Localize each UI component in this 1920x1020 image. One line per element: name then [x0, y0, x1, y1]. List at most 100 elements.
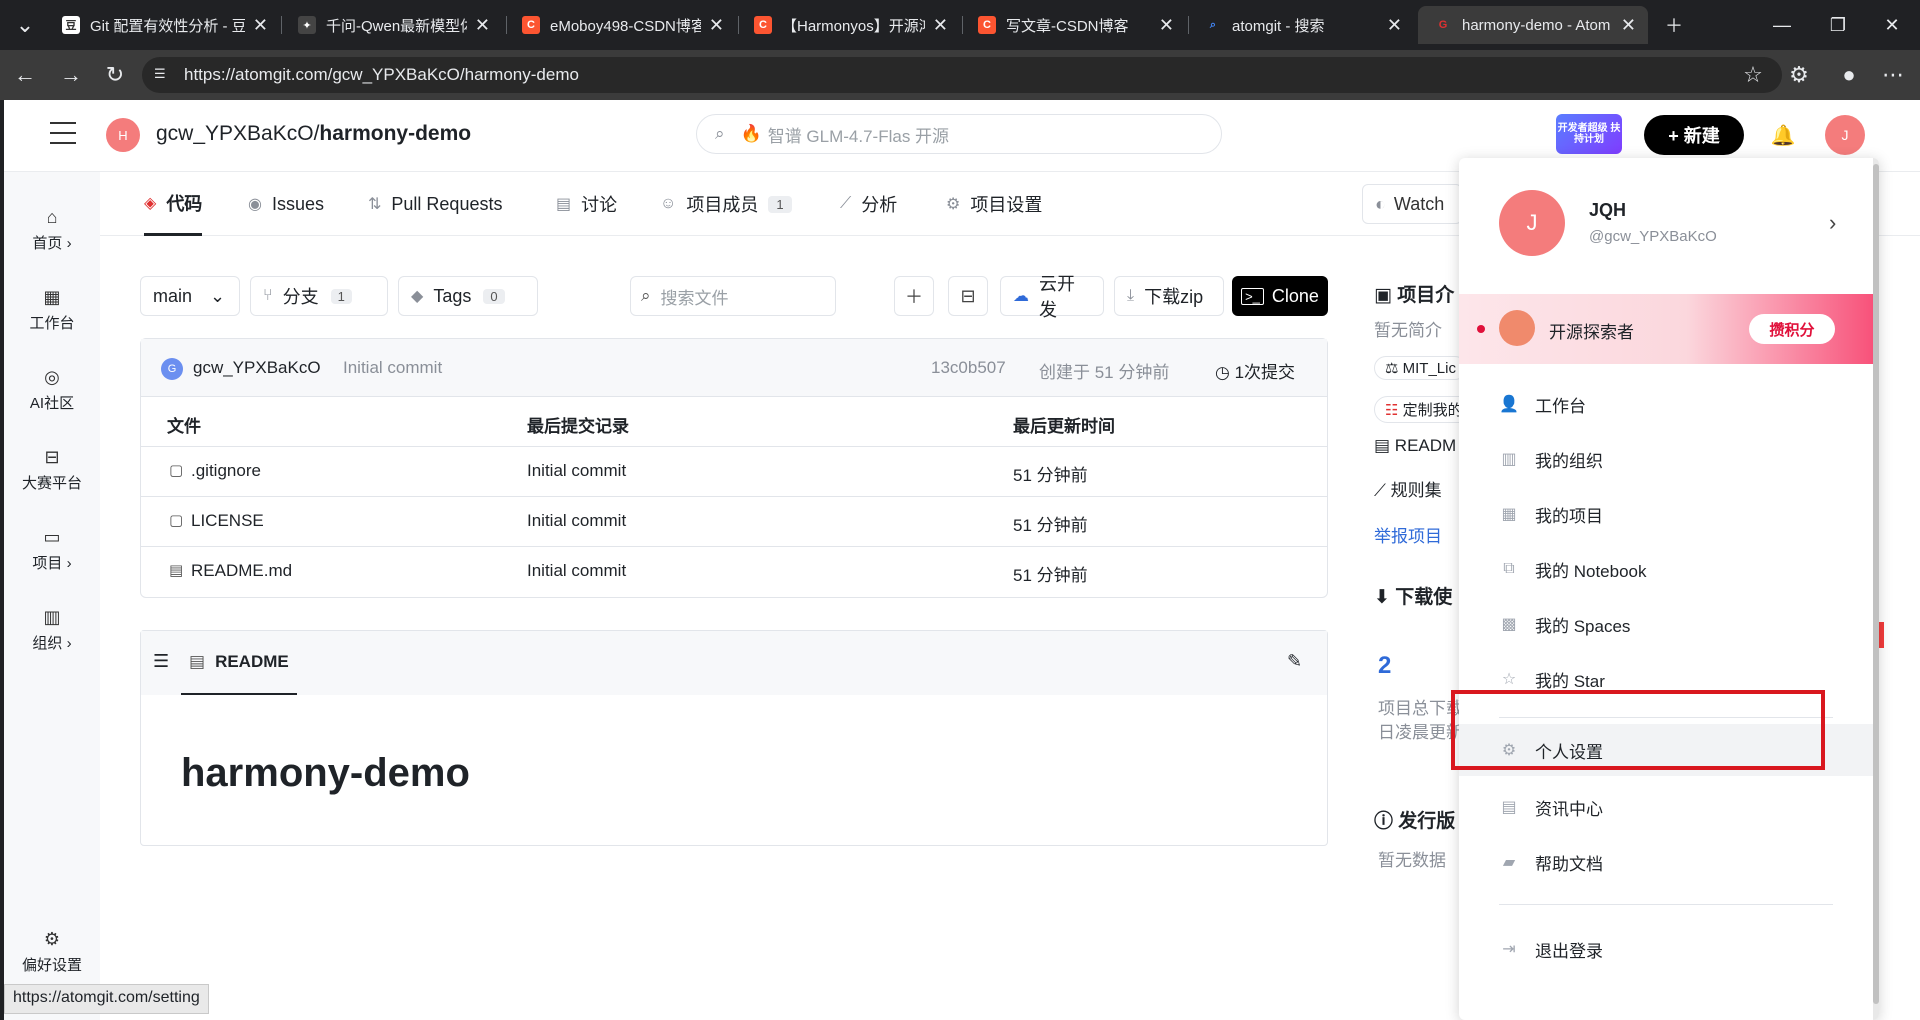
menu-divider: [1499, 904, 1833, 905]
chevron-right-icon[interactable]: ›: [1829, 210, 1836, 236]
close-icon[interactable]: ✕: [1387, 15, 1402, 36]
readme-link[interactable]: ▤ READM: [1374, 436, 1456, 456]
file-commit[interactable]: Initial commit: [527, 561, 626, 581]
close-icon[interactable]: ✕: [709, 15, 724, 36]
global-search-input[interactable]: ⌕ 🔥 智谱 GLM-4.7-Flas 开源: [696, 114, 1222, 154]
menu-item-help-docs[interactable]: ▰ 帮助文档: [1459, 838, 1873, 886]
report-link[interactable]: 举报项目: [1374, 522, 1442, 547]
hamburger-menu-icon[interactable]: [50, 122, 76, 144]
file-name[interactable]: .gitignore: [191, 461, 261, 481]
window-close-icon[interactable]: ✕: [1864, 0, 1920, 50]
close-icon[interactable]: ✕: [1621, 15, 1636, 36]
tab-pull-requests[interactable]: ⇅ Pull Requests: [368, 172, 502, 236]
new-tab-icon[interactable]: ＋: [1646, 0, 1702, 50]
forward-icon[interactable]: →: [56, 60, 86, 90]
file-name[interactable]: LICENSE: [191, 511, 264, 531]
browser-tab[interactable]: C 写文章-CSDN博客 ✕: [962, 6, 1186, 44]
tab-project-settings[interactable]: ⚙ 项目设置: [946, 172, 1042, 236]
branches-button[interactable]: ⑂ 分支 1: [250, 276, 388, 316]
tab-search-icon[interactable]: ⌄: [10, 10, 40, 40]
explorer-banner[interactable]: 开源探索者 攒积分: [1459, 294, 1873, 364]
menu-item-my-spaces[interactable]: ▩ 我的 Spaces: [1459, 600, 1873, 648]
repo-breadcrumb[interactable]: gcw_YPXBaKcO/harmony-demo: [156, 122, 471, 146]
watch-button[interactable]: ◐ Watch: [1362, 184, 1462, 224]
sidebar-item-projects[interactable]: ▭ 项目 ›: [4, 526, 100, 573]
close-icon[interactable]: ✕: [475, 15, 490, 36]
device-icon[interactable]: ⊟: [948, 276, 988, 316]
sidebar-item-orgs[interactable]: ▥ 组织 ›: [4, 606, 100, 653]
menu-item-workbench[interactable]: 👤 工作台: [1459, 380, 1873, 428]
tags-button[interactable]: ◆ Tags 0: [398, 276, 538, 316]
menu-item-my-projects[interactable]: ▦ 我的项目: [1459, 490, 1873, 538]
menu-item-logout[interactable]: ⇥ 退出登录: [1459, 925, 1873, 973]
commit-message[interactable]: Initial commit: [343, 358, 442, 378]
red-dot-icon: [1477, 325, 1485, 333]
dropdown-scrollbar[interactable]: [1873, 158, 1879, 1020]
browser-tab[interactable]: C eMoboy498-CSDN博客 ✕: [506, 6, 736, 44]
commit-author[interactable]: gcw_YPXBaKcO: [193, 358, 321, 378]
menu-item-my-notebook[interactable]: ⧉ 我的 Notebook: [1459, 545, 1873, 593]
tab-issues[interactable]: ◉ Issues: [248, 172, 324, 236]
file-search-input[interactable]: ⌕ 搜索文件: [630, 276, 836, 316]
repo-owner[interactable]: gcw_YPXBaKcO/: [156, 122, 319, 145]
menu-item-news-center[interactable]: ▤ 资讯中心: [1459, 783, 1873, 831]
file-commit[interactable]: Initial commit: [527, 511, 626, 531]
earn-points-button[interactable]: 攒积分: [1749, 314, 1835, 344]
close-icon[interactable]: ✕: [1159, 15, 1174, 36]
table-row[interactable]: ▤ README.md Initial commit 51 分钟前: [141, 547, 1327, 597]
developer-program-badge[interactable]: 开发者超级 扶持计划: [1556, 114, 1622, 154]
minimize-icon[interactable]: —: [1754, 0, 1810, 50]
branch-select[interactable]: main ⌄: [140, 276, 240, 316]
license-chip[interactable]: ⚖ MIT_Lic: [1374, 356, 1467, 380]
tab-members[interactable]: ☺ 项目成员 1: [660, 172, 792, 236]
browser-tab-active[interactable]: G harmony-demo - Atom ✕: [1418, 6, 1648, 44]
download-icon: ⤓: [1127, 287, 1135, 304]
browser-tab[interactable]: C 【Harmonyos】开源鸿蒙 ✕: [738, 6, 960, 44]
file-name[interactable]: README.md: [191, 561, 292, 581]
edit-icon[interactable]: ✎: [1287, 651, 1302, 672]
repo-name[interactable]: harmony-demo: [319, 122, 471, 145]
bookmark-star-icon[interactable]: ☆: [1738, 60, 1768, 90]
profile-icon[interactable]: ●: [1834, 60, 1864, 90]
readme-tab[interactable]: ▤ README: [181, 631, 297, 695]
user-avatar[interactable]: J: [1825, 115, 1865, 155]
tab-discussion[interactable]: ▤ 讨论: [556, 172, 617, 236]
bell-icon[interactable]: 🔔: [1770, 122, 1796, 148]
file-commit[interactable]: Initial commit: [527, 461, 626, 481]
cloud-dev-button[interactable]: ☁ 云开发: [1000, 274, 1104, 320]
sidebar-item-competition[interactable]: ⊟ 大赛平台: [4, 446, 100, 493]
sidebar-item-workbench[interactable]: ▦ 工作台: [4, 286, 100, 333]
sidebar-item-ai-community[interactable]: ◎ AI社区: [4, 366, 100, 413]
new-button[interactable]: + 新建: [1644, 115, 1744, 155]
tab-analysis[interactable]: ⟋ 分析: [840, 172, 897, 236]
add-file-button[interactable]: ＋: [894, 276, 934, 316]
reload-icon[interactable]: ↻: [100, 60, 130, 90]
table-row[interactable]: ▢ LICENSE Initial commit 51 分钟前: [141, 497, 1327, 547]
download-zip-button[interactable]: ⤓ 下载zip: [1114, 276, 1224, 316]
back-icon[interactable]: ←: [10, 60, 40, 90]
browser-tab[interactable]: ✦ 千问-Qwen最新模型体验 ✕: [282, 6, 502, 44]
sidebar-item-home[interactable]: ⌂ 首页 ›: [4, 206, 100, 253]
rules-link[interactable]: ⟋ 规则集: [1374, 476, 1442, 501]
commit-count[interactable]: ◷ 1次提交: [1215, 358, 1295, 383]
maximize-icon[interactable]: ❐: [1810, 0, 1866, 50]
clone-button[interactable]: >_ Clone: [1232, 276, 1328, 316]
close-icon[interactable]: ✕: [933, 15, 948, 36]
dropdown-avatar[interactable]: J: [1499, 190, 1565, 256]
close-icon[interactable]: ✕: [253, 15, 268, 36]
browser-tab[interactable]: ⌕ atomgit - 搜索 ✕: [1188, 6, 1414, 44]
dropdown-username[interactable]: JQH: [1589, 200, 1626, 221]
url-field[interactable]: ☰ https://atomgit.com/gcw_YPXBaKcO/harmo…: [142, 57, 1782, 93]
repo-avatar[interactable]: H: [106, 118, 140, 152]
menu-item-my-orgs[interactable]: ▥ 我的组织: [1459, 435, 1873, 483]
browser-tab[interactable]: 豆 Git 配置有效性分析 - 豆 ✕: [46, 6, 280, 44]
toc-icon[interactable]: ☰: [153, 651, 169, 672]
author-avatar[interactable]: G: [161, 358, 183, 380]
menu-icon[interactable]: ⋯: [1878, 60, 1908, 90]
tab-code[interactable]: ◈ 代码: [144, 172, 203, 236]
extensions-icon[interactable]: ⚙: [1784, 60, 1814, 90]
commit-hash[interactable]: 13c0b507: [931, 358, 1006, 378]
sidebar-item-preferences[interactable]: ⚙ 偏好设置: [4, 928, 100, 975]
site-info-icon[interactable]: ☰: [154, 66, 172, 84]
table-row[interactable]: ▢ .gitignore Initial commit 51 分钟前: [141, 447, 1327, 497]
